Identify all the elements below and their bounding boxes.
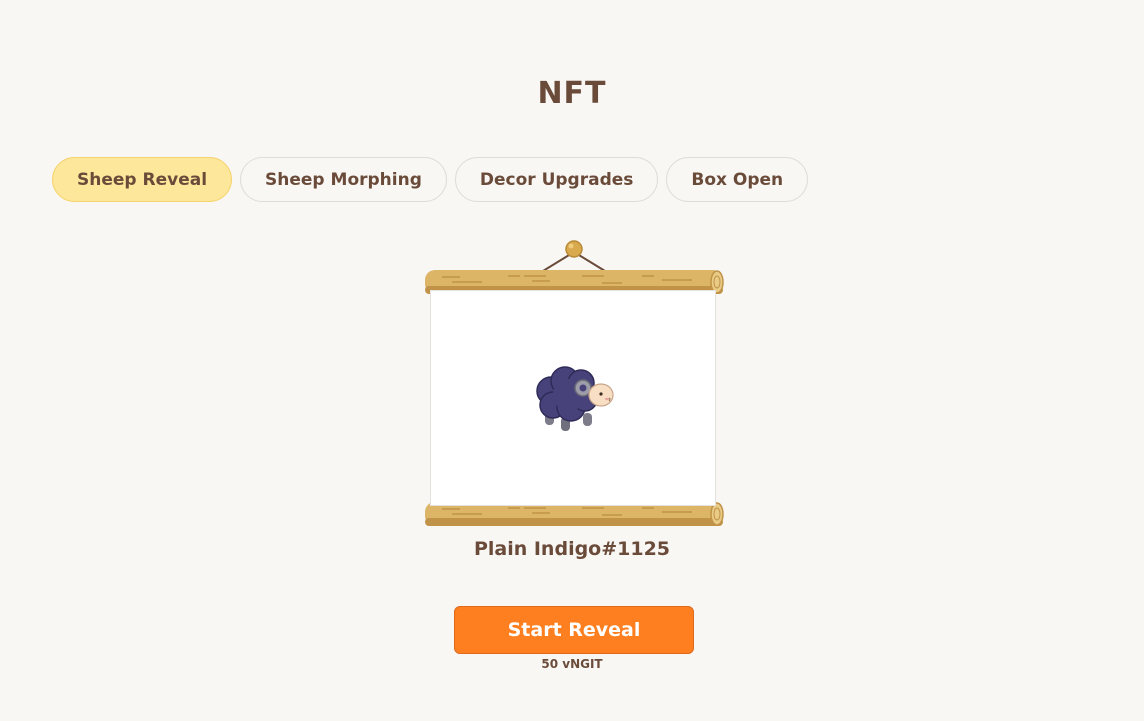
hanger-knob (565, 240, 583, 258)
page-title: NFT (537, 76, 607, 111)
tab-sheep-morphing[interactable]: Sheep Morphing (240, 157, 447, 202)
nft-page: NFT Sheep Reveal Sheep Morphing Decor Up… (0, 0, 1144, 721)
tab-box-open[interactable]: Box Open (666, 157, 809, 202)
nft-canvas (430, 290, 716, 506)
start-reveal-button[interactable]: Start Reveal (454, 606, 694, 654)
indigo-sheep-icon (536, 366, 614, 431)
nft-name: Plain Indigo#1125 (473, 538, 671, 560)
tab-decor-upgrades[interactable]: Decor Upgrades (454, 157, 659, 202)
reveal-cost: 50 vNGIT (541, 657, 603, 671)
tab-bar: Sheep Reveal Sheep Morphing Decor Upgrad… (52, 157, 809, 202)
hanging-scroll (422, 238, 726, 530)
tab-sheep-reveal[interactable]: Sheep Reveal (52, 157, 233, 202)
